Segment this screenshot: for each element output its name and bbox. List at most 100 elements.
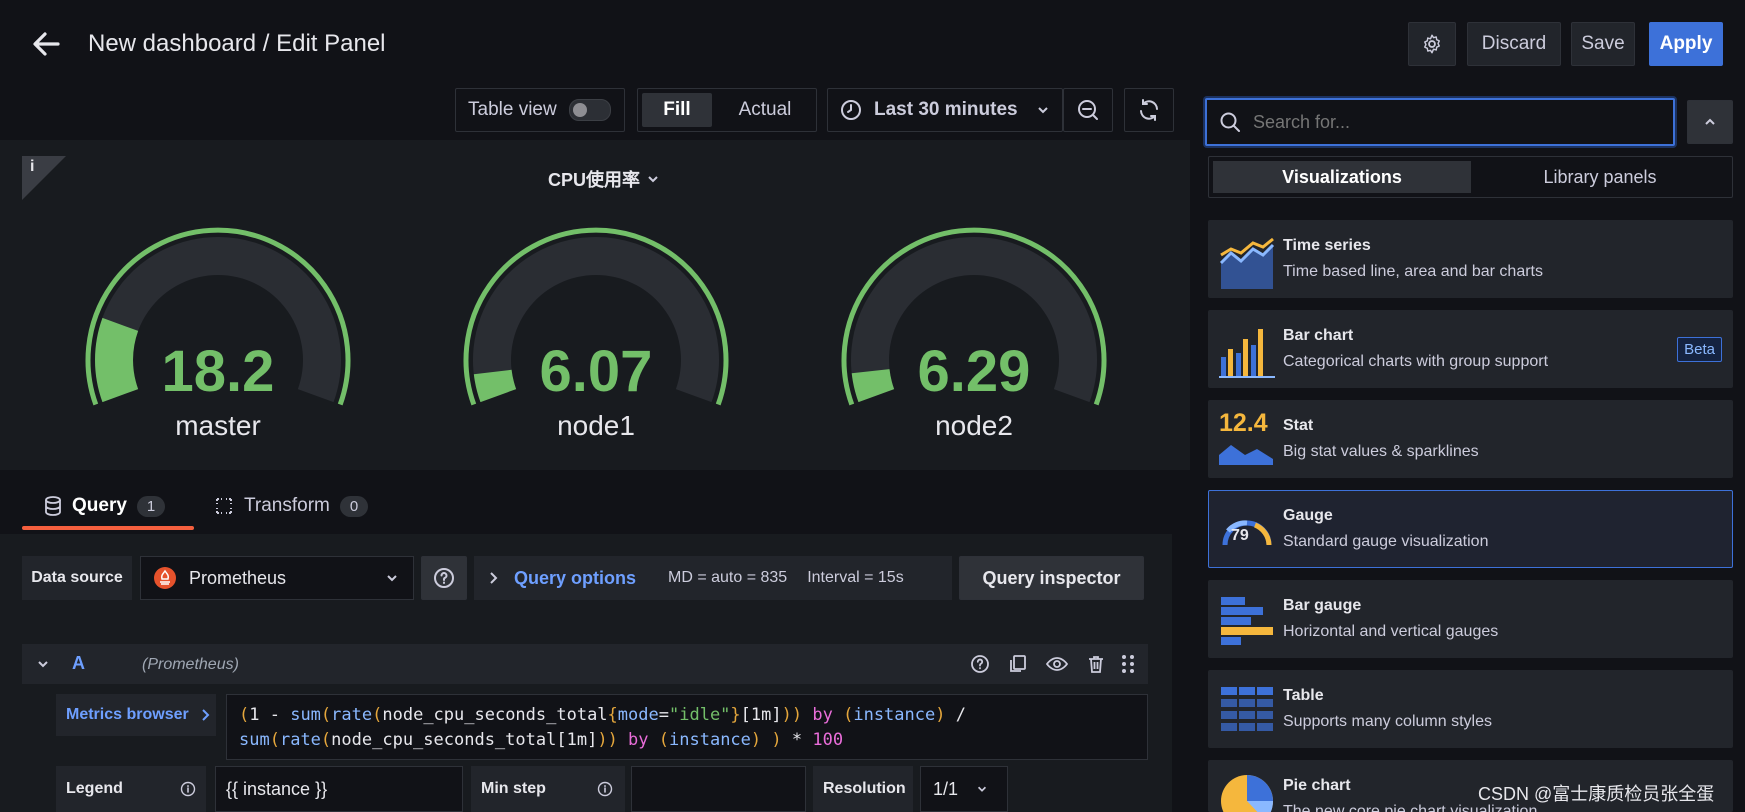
datasource-label: Data source	[22, 556, 132, 600]
expr-token: ))	[781, 705, 803, 725]
transform-icon	[216, 498, 232, 514]
query-options-bar[interactable]: Query options MD = auto = 835 Interval =…	[474, 556, 952, 600]
promql-expression-editor[interactable]: (1 - sum(rate(node_cpu_seconds_total{mod…	[226, 694, 1148, 760]
query-row-source: (Prometheus)	[142, 656, 239, 673]
save-button[interactable]: Save	[1571, 22, 1635, 66]
expr-token: rate	[331, 705, 373, 725]
transform-count-badge: 0	[339, 495, 369, 517]
vis-card-stat[interactable]: 12.4 Stat Big stat values & sparklines	[1208, 400, 1733, 478]
query-count-badge: 1	[136, 495, 166, 517]
vis-card-bar-gauge[interactable]: Bar gauge Horizontal and vertical gauges	[1208, 580, 1733, 658]
tab-library-panels[interactable]: Library panels	[1471, 161, 1729, 193]
toggle-switch[interactable]	[568, 99, 611, 121]
expr-token: (	[320, 730, 332, 750]
query-row-header: A (Prometheus)	[22, 644, 1148, 684]
chevron-right-icon	[202, 709, 210, 721]
expr-token: node_cpu_seconds_total	[331, 730, 557, 750]
bar-gauge-icon	[1221, 597, 1273, 645]
copy-icon[interactable]	[1008, 654, 1028, 674]
expr-token: (	[372, 705, 383, 725]
expr-token: instance	[669, 730, 751, 750]
tab-query-label: Query	[72, 495, 127, 516]
fill-actual-toggle: Fill Actual	[637, 88, 817, 132]
picker-tabs: Visualizations Library panels	[1208, 156, 1733, 198]
expr-token: sum	[239, 730, 270, 750]
vis-card-bar-chart[interactable]: Bar chart Categorical charts with group …	[1208, 310, 1733, 388]
expr-token: ]	[587, 730, 598, 750]
vis-name: Pie chart	[1283, 777, 1351, 794]
vis-desc: Big stat values & sparklines	[1283, 443, 1479, 460]
gauge-value: 18.2	[161, 339, 275, 404]
active-tab-indicator	[22, 526, 194, 530]
sparkline-icon	[1219, 445, 1273, 465]
actual-option[interactable]: Actual	[718, 93, 812, 127]
datasource-select[interactable]: Prometheus	[140, 556, 414, 600]
legend-label-box: Legend	[56, 766, 206, 812]
discard-button[interactable]: Discard	[1467, 22, 1561, 66]
bar-chart-icon	[1219, 329, 1275, 378]
vis-card-table[interactable]: Table Supports many column styles	[1208, 670, 1733, 748]
expr-token: sum	[290, 705, 321, 725]
gauge-label: node2	[935, 410, 1013, 441]
vis-desc: Supports many column styles	[1283, 713, 1492, 730]
min-step-label-box: Min step	[471, 766, 625, 812]
time-range-label: Last 30 minutes	[874, 99, 1018, 120]
help-circle-icon[interactable]	[970, 654, 990, 674]
tab-visualizations[interactable]: Visualizations	[1213, 161, 1471, 193]
expr-token: )	[771, 730, 782, 750]
info-circle-icon[interactable]	[180, 781, 196, 797]
trash-icon[interactable]	[1086, 654, 1106, 674]
tab-transform-label: Transform	[244, 495, 330, 516]
zoom-out-button[interactable]	[1063, 88, 1113, 132]
table-view-toggle[interactable]: Table view	[455, 88, 625, 132]
expr-token: 1 -	[249, 705, 291, 725]
expr-token: instance	[853, 705, 936, 725]
query-row-letter[interactable]: A	[72, 653, 85, 674]
info-circle-icon[interactable]	[597, 781, 613, 797]
panel-title-text: CPU使用率	[548, 170, 641, 190]
expr-token: ]	[771, 705, 782, 725]
gear-icon	[1424, 34, 1440, 54]
eye-icon[interactable]	[1046, 654, 1068, 674]
chevron-down-icon[interactable]	[36, 657, 50, 671]
resolution-select[interactable]: 1/1	[920, 766, 1008, 812]
query-inspector-button[interactable]: Query inspector	[959, 556, 1144, 600]
vis-name: Table	[1283, 687, 1324, 704]
watermark-text: CSDN @富士康质检员张全蛋	[1478, 784, 1715, 804]
time-range-picker[interactable]: Last 30 minutes	[827, 88, 1063, 132]
tab-transform[interactable]: Transform 0	[214, 488, 369, 524]
chevron-down-icon	[387, 575, 397, 582]
gauge-master: 18.2 master	[78, 210, 358, 460]
panel-info-corner[interactable]: i	[22, 156, 66, 203]
gauge-value: 6.29	[917, 339, 1031, 404]
metrics-browser-label: Metrics browser	[66, 706, 189, 723]
expr-token: by	[617, 730, 659, 750]
search-box[interactable]	[1205, 98, 1675, 146]
chevron-down-icon	[648, 176, 658, 183]
metrics-browser-button[interactable]: Metrics browser	[56, 694, 216, 736]
drag-handle-icon[interactable]	[1120, 654, 1136, 674]
table-view-label: Table view	[468, 99, 557, 120]
search-input[interactable]	[1251, 110, 1655, 134]
expr-token: "idle"	[669, 705, 731, 725]
refresh-button[interactable]	[1124, 88, 1174, 132]
vis-card-time-series[interactable]: Time series Time based line, area and ba…	[1208, 220, 1733, 298]
collapse-pane-button[interactable]	[1687, 100, 1733, 144]
expr-token: by	[802, 705, 844, 725]
legend-input[interactable]: {{ instance }}	[215, 766, 463, 812]
chevron-down-icon	[977, 786, 987, 792]
expr-token: (	[843, 705, 854, 725]
datasource-help-button[interactable]	[421, 556, 467, 600]
panel-title[interactable]: CPU使用率	[548, 166, 660, 192]
search-icon	[1220, 112, 1240, 132]
back-arrow-icon[interactable]	[28, 26, 64, 62]
clock-icon	[841, 100, 861, 120]
settings-button[interactable]	[1408, 22, 1456, 66]
tab-query[interactable]: Query 1	[44, 488, 166, 524]
gauge-node2: 6.29 node2	[834, 210, 1114, 460]
vis-card-gauge[interactable]: 79 Gauge Standard gauge visualization	[1208, 490, 1733, 568]
apply-button[interactable]: Apply	[1649, 22, 1723, 66]
vis-name: Bar gauge	[1283, 597, 1362, 614]
min-step-input[interactable]	[631, 766, 806, 812]
fill-option[interactable]: Fill	[642, 93, 712, 127]
